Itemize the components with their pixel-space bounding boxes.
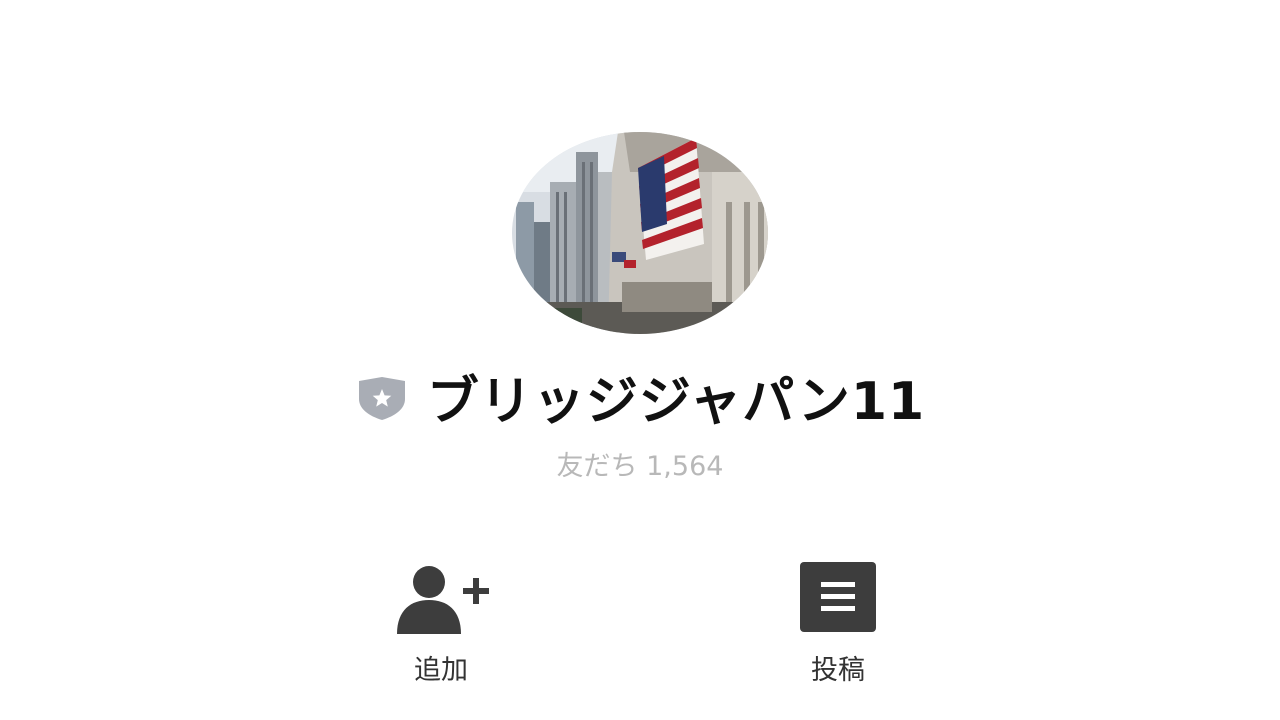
avatar-photo [512, 132, 768, 334]
account-name: ブリッジジャパン11 [426, 371, 926, 432]
add-friend-label: 追加 [414, 655, 468, 686]
posts-icon [800, 562, 876, 632]
posts-button[interactable]: 投稿 [768, 560, 908, 687]
profile-screen: ブリッジジャパン11 友だち 1,564 追加 投稿 [0, 0, 1280, 720]
profile-avatar[interactable] [512, 132, 768, 334]
add-friend-button[interactable]: 追加 [371, 560, 511, 687]
posts-label: 投稿 [811, 655, 865, 686]
friends-count: 友だち 1,564 [556, 451, 724, 482]
add-friend-icon [397, 566, 489, 634]
account-name-row: ブリッジジャパン11 [0, 360, 1280, 432]
shield-star-icon [355, 375, 409, 421]
